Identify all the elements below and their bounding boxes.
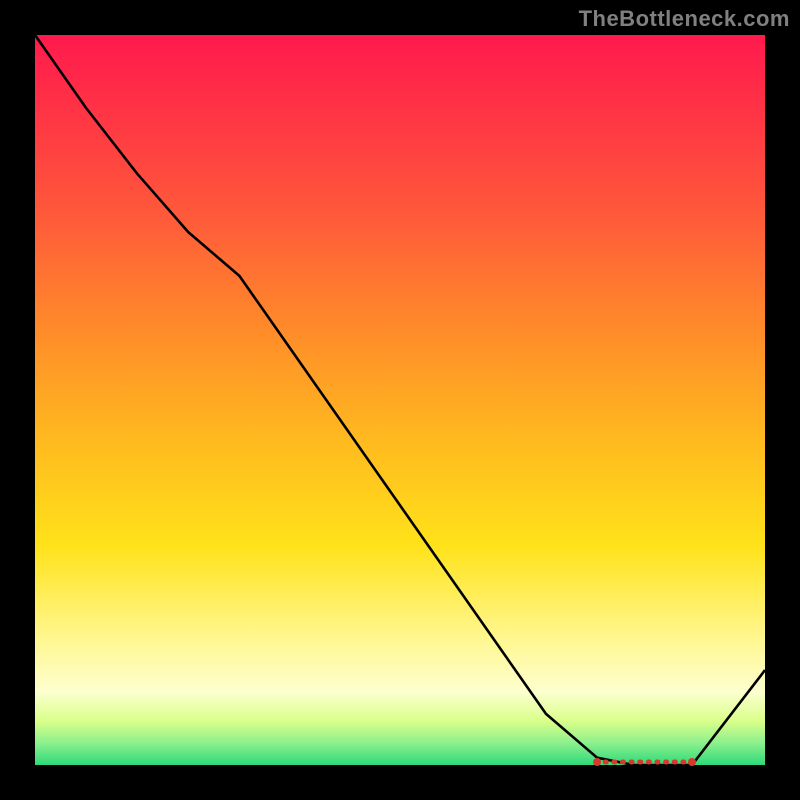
flat-region-marker [654,760,660,765]
flat-region-endcap [688,758,696,766]
curve-line [35,35,765,765]
chart-frame: TheBottleneck.com [0,0,800,800]
flat-region-marker [680,760,686,765]
attribution-text: TheBottleneck.com [579,6,790,32]
line-chart-svg [35,35,765,765]
flat-region-marker [603,760,609,765]
flat-region-endcap [593,758,601,766]
flat-region-marker [646,760,652,765]
flat-region-marker [611,760,617,765]
plot-area [35,35,765,765]
flat-region-marker [637,760,643,765]
flat-region-marker [672,760,678,765]
flat-region-marker [629,760,635,765]
flat-region-marker [620,760,626,765]
flat-region-marker [663,760,669,765]
